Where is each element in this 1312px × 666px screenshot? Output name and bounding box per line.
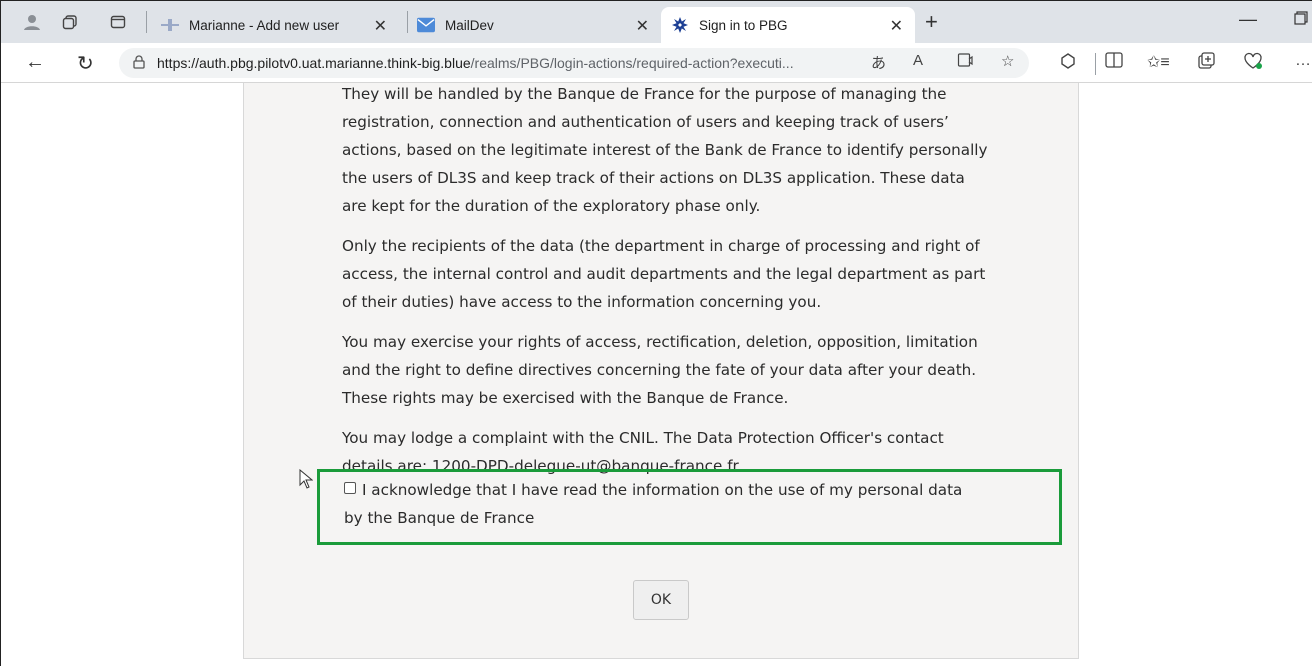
address-toolbar: ← ↻ https://auth.pbg.pilotv0.uat.mariann…	[1, 43, 1312, 83]
privacy-text: They will be handled by the Banque de Fr…	[342, 83, 992, 492]
workspaces-icon[interactable]	[51, 1, 89, 43]
tab-sign-in-pbg[interactable]: Sign in to PBG ✕	[661, 7, 915, 43]
acknowledge-label[interactable]: I acknowledge that I have read the infor…	[344, 481, 962, 527]
more-menu-icon[interactable]: …	[1295, 52, 1311, 70]
collections-icon[interactable]	[1197, 52, 1215, 75]
split-screen-icon[interactable]	[1105, 52, 1123, 73]
browser-essentials-icon[interactable]	[1243, 52, 1263, 75]
page-viewport: They will be handled by the Banque de Fr…	[1, 83, 1312, 666]
tab-actions-icon[interactable]	[99, 1, 137, 43]
acknowledge-checkbox[interactable]	[344, 482, 356, 494]
ok-button[interactable]: OK	[633, 580, 689, 620]
url-host: https://auth.pbg.pilotv0.uat.marianne.th…	[157, 55, 471, 71]
favorites-list-icon[interactable]: ✩≡	[1147, 52, 1170, 72]
close-icon[interactable]: ✕	[890, 16, 903, 36]
mail-icon	[417, 16, 435, 34]
tab-marianne[interactable]: Marianne - Add new user ✕	[151, 7, 399, 43]
refresh-icon[interactable]: ↻	[77, 51, 94, 76]
privacy-paragraph: They will be handled by the Banque de Fr…	[342, 85, 988, 215]
mouse-cursor-icon	[299, 468, 314, 494]
close-icon[interactable]: ✕	[374, 16, 387, 36]
acknowledge-highlight-box: I acknowledge that I have read the infor…	[317, 469, 1062, 545]
minimize-icon[interactable]: —	[1239, 9, 1257, 30]
tab-label: Sign in to PBG	[699, 17, 788, 33]
tab-label: Marianne - Add new user	[189, 17, 340, 33]
toolbar-divider	[1095, 53, 1096, 75]
read-aloud-icon[interactable]: A	[913, 52, 923, 69]
restore-icon[interactable]	[1294, 9, 1308, 30]
tab-strip: Marianne - Add new user ✕ MailDev ✕ Sign…	[1, 1, 1312, 43]
favorite-star-icon[interactable]: ☆	[1001, 52, 1014, 70]
marianne-favicon	[161, 16, 179, 34]
tab-label: MailDev	[445, 17, 494, 33]
immersive-reader-icon[interactable]	[957, 52, 973, 72]
close-icon[interactable]: ✕	[636, 16, 649, 36]
privacy-paragraph: You may exercise your rights of access, …	[342, 333, 978, 407]
tab-maildev[interactable]: MailDev ✕	[407, 7, 661, 43]
extensions-icon[interactable]	[1059, 52, 1077, 75]
privacy-paragraph: Only the recipients of the data (the dep…	[342, 237, 986, 311]
lock-icon[interactable]	[133, 54, 145, 72]
pbg-logo-icon	[671, 16, 689, 34]
profile-icon[interactable]	[13, 1, 51, 43]
tab-divider	[146, 11, 147, 33]
address-bar[interactable]: https://auth.pbg.pilotv0.uat.marianne.th…	[119, 48, 1029, 78]
new-tab-plus-icon[interactable]: +	[925, 9, 938, 35]
acknowledge-row[interactable]: I acknowledge that I have read the infor…	[344, 476, 984, 532]
url-path: /realms/PBG/login-actions/required-actio…	[470, 55, 794, 71]
back-arrow-icon[interactable]: ←	[25, 51, 45, 74]
consent-card: They will be handled by the Banque de Fr…	[243, 83, 1079, 659]
translate-icon[interactable]: あ	[871, 52, 886, 73]
